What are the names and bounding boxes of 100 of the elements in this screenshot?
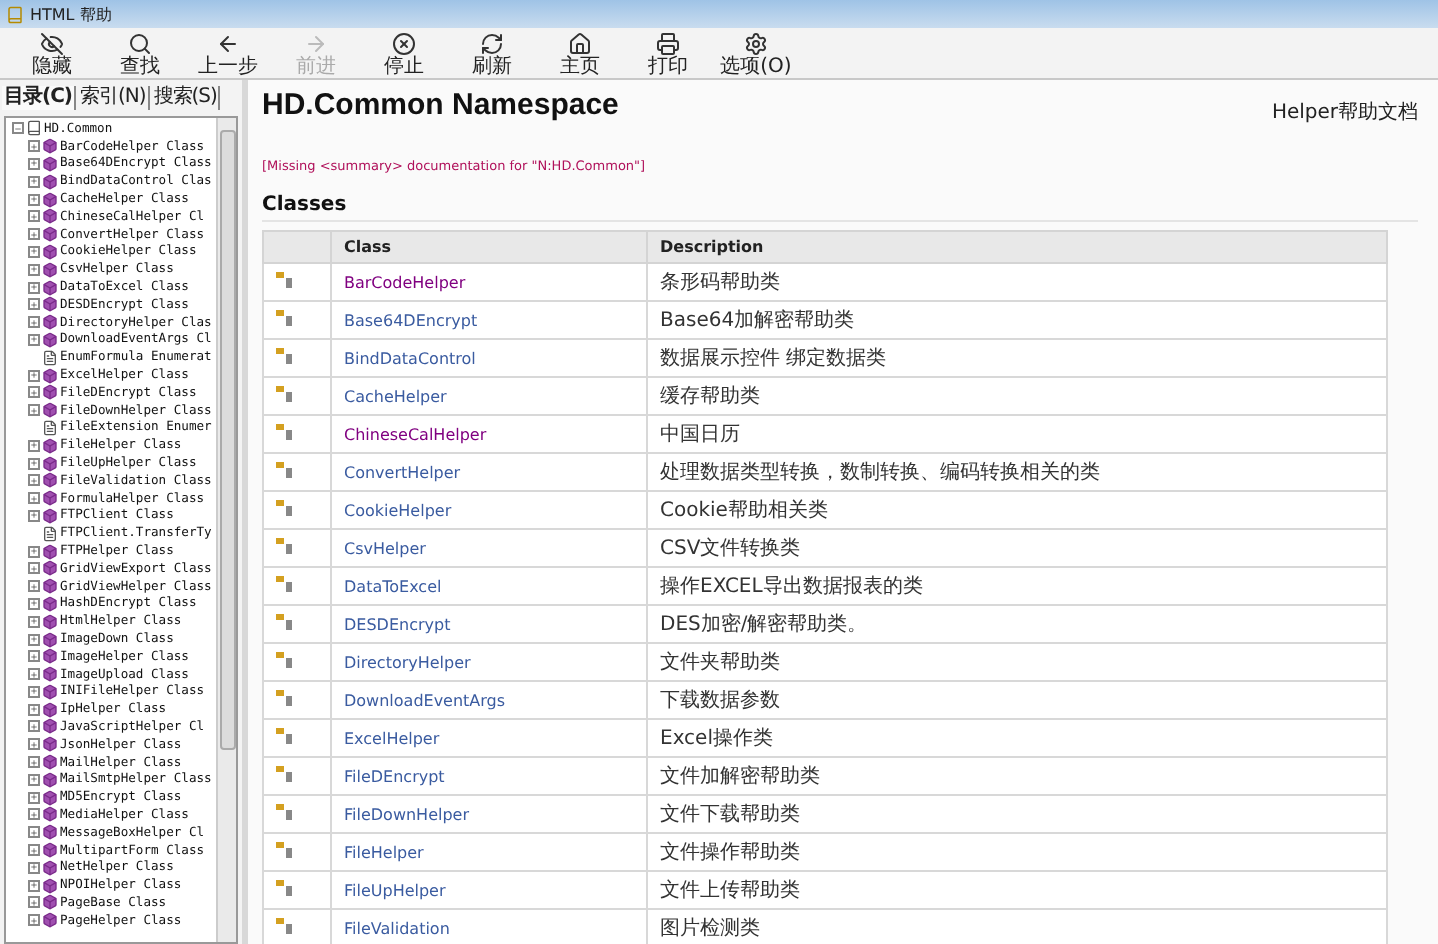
expand-icon[interactable] xyxy=(28,861,40,874)
expand-icon[interactable] xyxy=(28,879,40,892)
class-link[interactable]: CookieHelper xyxy=(344,501,452,519)
class-icon xyxy=(276,272,294,288)
expand-icon[interactable] xyxy=(28,826,40,839)
class-icon xyxy=(276,576,294,592)
expand-icon[interactable] xyxy=(28,281,40,294)
class-icon xyxy=(276,538,294,554)
toolbar-button[interactable]: 隐藏 xyxy=(8,28,96,78)
expand-icon[interactable] xyxy=(28,333,40,346)
column-header: Class xyxy=(331,231,647,263)
class-description: 缓存帮助类 xyxy=(660,386,760,408)
expand-icon[interactable] xyxy=(28,597,40,610)
class-link[interactable]: DownloadEventArgs xyxy=(344,691,506,709)
class-link[interactable]: DESDEncrypt xyxy=(344,615,451,633)
expand-icon[interactable] xyxy=(28,545,40,558)
class-icon xyxy=(276,310,294,326)
expand-icon[interactable] xyxy=(28,175,40,188)
expand-icon[interactable] xyxy=(28,773,40,786)
header-caption: Helper帮助文档 xyxy=(1271,99,1418,126)
tab[interactable]: 目录(C) xyxy=(2,86,76,110)
class-icon xyxy=(276,766,294,782)
expand-icon[interactable] xyxy=(28,263,40,276)
class-link[interactable]: FileDEncrypt xyxy=(344,767,445,785)
class-link[interactable]: ExcelHelper xyxy=(344,729,440,747)
expand-icon[interactable] xyxy=(28,703,40,716)
expand-icon[interactable] xyxy=(28,140,40,153)
class-link[interactable]: FileDownHelper xyxy=(344,805,470,823)
class-link[interactable]: FileValidation xyxy=(344,919,450,937)
toolbar-button[interactable]: 停止 xyxy=(360,28,448,78)
expand-icon[interactable] xyxy=(28,228,40,241)
expand-icon[interactable] xyxy=(28,157,40,170)
class-link[interactable]: DataToExcel xyxy=(344,577,442,595)
class-link[interactable]: BindDataControl xyxy=(344,349,476,367)
expand-icon[interactable] xyxy=(28,562,40,575)
expand-icon[interactable] xyxy=(28,369,40,382)
search-icon xyxy=(128,32,152,56)
printer-icon xyxy=(656,32,680,56)
scrollbar[interactable] xyxy=(216,118,236,942)
class-link[interactable]: FileHelper xyxy=(344,843,424,861)
expand-icon[interactable] xyxy=(28,720,40,733)
tab[interactable]: 索引(N) xyxy=(77,86,150,110)
expand-icon[interactable] xyxy=(28,298,40,311)
class-icon xyxy=(276,842,294,858)
expand-icon[interactable] xyxy=(28,210,40,223)
expand-icon[interactable] xyxy=(28,808,40,821)
expand-icon[interactable] xyxy=(28,404,40,417)
expand-icon[interactable] xyxy=(28,791,40,804)
expand-icon[interactable] xyxy=(28,509,40,522)
class-description: 文件操作帮助类 xyxy=(660,842,800,864)
window-title: HTML 帮助 xyxy=(30,3,112,25)
expand-icon[interactable] xyxy=(28,896,40,909)
class-icon xyxy=(276,386,294,402)
page-icon xyxy=(42,419,58,436)
tab[interactable]: 搜索(S) xyxy=(151,86,221,110)
expand-icon[interactable] xyxy=(28,738,40,751)
expand-icon[interactable] xyxy=(28,193,40,206)
class-icon xyxy=(276,614,294,630)
class-icon xyxy=(276,500,294,516)
expand-icon[interactable] xyxy=(28,474,40,487)
expand-icon[interactable] xyxy=(28,457,40,470)
class-icon xyxy=(276,880,294,896)
expand-icon[interactable] xyxy=(28,615,40,628)
page-title: HD.Common Namespace xyxy=(262,88,619,122)
expand-icon[interactable] xyxy=(28,633,40,645)
expand-icon[interactable] xyxy=(28,580,40,593)
expand-icon[interactable] xyxy=(28,386,40,399)
class-link[interactable]: CacheHelper xyxy=(344,387,447,405)
toolbar-button[interactable]: 查找 xyxy=(96,28,184,78)
expand-icon[interactable] xyxy=(28,685,40,698)
expand-icon[interactable] xyxy=(28,650,40,663)
class-description: 处理数据类型转换，数制转换、编码转换相关的类 xyxy=(660,462,1100,484)
expand-icon[interactable] xyxy=(28,668,40,681)
hide-icon xyxy=(40,32,64,56)
toolbar-button[interactable]: 选项(O) xyxy=(712,28,800,78)
toolbar-button[interactable]: 上一步 xyxy=(184,28,272,78)
page-icon xyxy=(42,525,58,542)
class-link[interactable]: CsvHelper xyxy=(344,539,426,557)
back-arrow-icon xyxy=(216,32,240,56)
class-link[interactable]: Base64DEncrypt xyxy=(344,311,478,329)
class-description: 条形码帮助类 xyxy=(660,272,780,294)
expand-icon[interactable] xyxy=(28,914,40,927)
class-link[interactable]: ConvertHelper xyxy=(344,463,461,481)
forward-arrow-icon xyxy=(304,32,328,56)
toolbar-button[interactable]: 刷新 xyxy=(448,28,536,78)
expand-icon[interactable] xyxy=(28,316,40,329)
expand-icon[interactable] xyxy=(28,844,40,857)
collapse-icon[interactable] xyxy=(12,122,24,135)
expand-icon[interactable] xyxy=(28,756,40,769)
class-link[interactable]: DirectoryHelper xyxy=(344,653,471,671)
refresh-icon xyxy=(480,32,504,56)
class-link[interactable]: ChineseCalHelper xyxy=(344,425,487,443)
class-link[interactable]: BarCodeHelper xyxy=(344,273,466,291)
expand-icon[interactable] xyxy=(28,492,40,505)
toolbar-button[interactable]: 打印 xyxy=(624,28,712,78)
stop-icon xyxy=(392,32,416,56)
expand-icon[interactable] xyxy=(28,245,40,258)
toolbar-button[interactable]: 主页 xyxy=(536,28,624,78)
class-link[interactable]: FileUpHelper xyxy=(344,881,446,899)
expand-icon[interactable] xyxy=(28,439,40,452)
